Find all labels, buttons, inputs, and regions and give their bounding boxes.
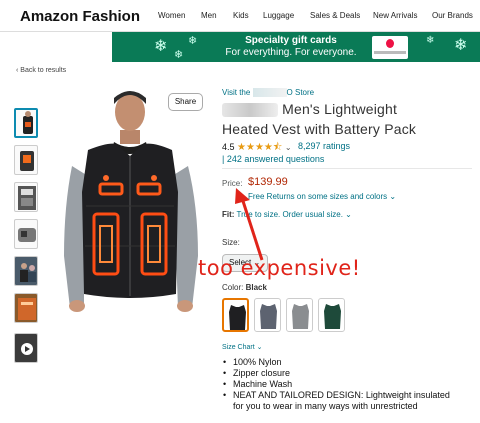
banner-subline: For everything. For everyone.	[225, 47, 357, 58]
product-main-image[interactable]	[50, 86, 210, 316]
ratings-count-link[interactable]: 8,297 ratings	[298, 141, 350, 151]
redacted-brand	[252, 88, 287, 98]
annotation-arrow	[235, 188, 264, 261]
color-swatch-light-gray[interactable]	[286, 298, 313, 332]
thumbnail-image[interactable]	[14, 182, 38, 212]
share-button[interactable]: Share	[168, 93, 203, 111]
color-swatch-gray[interactable]	[254, 298, 281, 332]
back-to-results-link[interactable]: ‹ Back to results	[16, 67, 66, 74]
nav-kids[interactable]: Kids	[233, 11, 249, 20]
list-item: NEAT AND TAILORED DESIGN: Lightweight in…	[222, 390, 472, 401]
redacted-brand	[222, 103, 278, 118]
nav-new-arrivals[interactable]: New Arrivals	[373, 11, 417, 20]
thumbnail-image[interactable]	[14, 256, 38, 286]
visit-store-link[interactable]: Visit the O Store	[222, 88, 314, 98]
answered-questions-link[interactable]: | 242 answered questions	[222, 154, 324, 164]
chevron-down-icon: ⌄	[284, 143, 292, 152]
nav-men[interactable]: Men	[201, 11, 217, 20]
product-title-line2: Heated Vest with Battery Pack	[222, 121, 417, 137]
annotation-text: too expensive!	[198, 256, 361, 280]
list-item: Zipper closure	[222, 368, 472, 379]
size-chart-link[interactable]: Size Chart ⌄	[222, 343, 263, 351]
color-swatch-green[interactable]	[318, 298, 345, 332]
star-rating-icon: ★★★★⯪	[237, 142, 283, 153]
thumbnail-image[interactable]	[14, 145, 38, 175]
gift-card-banner[interactable]: ❄ ❄ ❄ ❄ ❄ Specialty gift cards For every…	[112, 32, 480, 62]
top-navigation: Amazon Fashion Women Men Kids Luggage Sa…	[0, 0, 480, 32]
color-label: Color: Black	[222, 283, 267, 292]
list-item: for you to wear in many ways with unrest…	[233, 401, 418, 411]
thumbnail-image[interactable]	[14, 219, 38, 249]
list-item: 100% Nylon	[222, 357, 472, 368]
nav-luggage[interactable]: Luggage	[263, 11, 294, 20]
color-swatch-black[interactable]	[222, 298, 249, 332]
product-title: Men's Lightweight	[222, 101, 397, 118]
thumbnail-image[interactable]	[14, 293, 38, 323]
nav-sales-deals[interactable]: Sales & Deals	[310, 11, 360, 20]
gift-card-icon	[372, 36, 408, 59]
feature-bullets: 100% Nylon Zipper closure Machine Wash N…	[222, 357, 472, 412]
nav-our-brands[interactable]: Our Brands	[432, 11, 473, 20]
banner-headline: Specialty gift cards	[245, 35, 337, 46]
list-item: Machine Wash	[222, 379, 472, 390]
brand-logo[interactable]: Amazon Fashion	[20, 8, 140, 25]
video-thumbnail[interactable]	[14, 333, 38, 363]
thumbnail-image[interactable]	[14, 108, 38, 138]
divider	[222, 168, 472, 169]
nav-women[interactable]: Women	[158, 11, 185, 20]
